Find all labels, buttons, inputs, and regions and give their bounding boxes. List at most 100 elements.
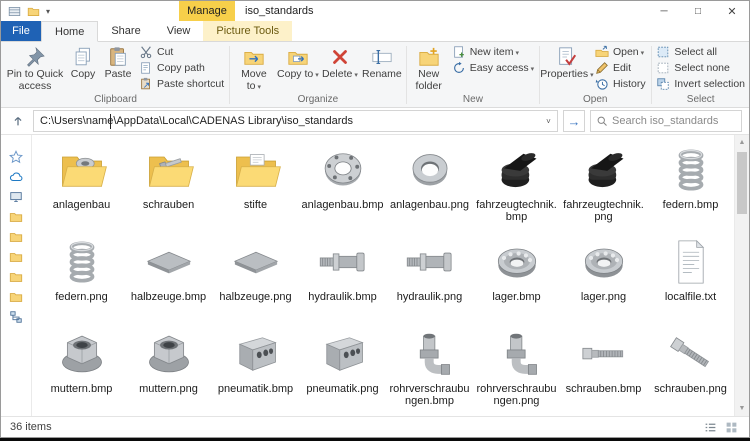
- qat-folder-icon[interactable]: [27, 5, 40, 18]
- edit-icon: [595, 61, 609, 75]
- cap-icon: [490, 142, 544, 198]
- cut-button[interactable]: Cut: [136, 44, 227, 60]
- dropdown-caret-icon: ▾: [515, 50, 519, 57]
- close-button[interactable]: ✕: [715, 1, 749, 21]
- bearing-icon: [577, 234, 631, 290]
- file-item[interactable]: lager.bmp: [473, 232, 560, 324]
- button-label: Cut: [157, 46, 174, 58]
- delete-icon: [329, 45, 351, 69]
- spring-icon: [664, 142, 718, 198]
- file-name: schrauben: [142, 199, 195, 211]
- new-item-button[interactable]: New item ▾: [449, 44, 537, 60]
- file-item[interactable]: muttern.png: [125, 324, 212, 416]
- file-item[interactable]: hydraulik.bmp: [299, 232, 386, 324]
- search-box[interactable]: Search iso_standards: [590, 110, 742, 132]
- sidebar-folder-icon[interactable]: [7, 289, 25, 304]
- select-all-icon: [656, 45, 670, 59]
- manage-tab[interactable]: Manage: [179, 1, 235, 21]
- sidebar-network-icon[interactable]: [7, 309, 25, 324]
- file-item[interactable]: halbzeuge.png: [212, 232, 299, 324]
- up-button[interactable]: [8, 111, 28, 131]
- file-name: lager.bmp: [492, 291, 541, 303]
- open-button[interactable]: Open ▾: [592, 44, 649, 60]
- open-icon: [595, 45, 609, 59]
- tab-picture-tools[interactable]: Picture Tools: [203, 21, 293, 41]
- minimize-button[interactable]: ─: [647, 1, 681, 21]
- file-item[interactable]: lager.png: [560, 232, 647, 324]
- file-item[interactable]: localfile.txt: [647, 232, 734, 324]
- file-item[interactable]: anlagenbau: [38, 140, 125, 232]
- invert-selection-icon: [656, 77, 670, 91]
- file-item[interactable]: muttern.bmp: [38, 324, 125, 416]
- bearing-icon: [490, 234, 544, 290]
- tab-file[interactable]: File: [1, 21, 41, 41]
- details-view-button[interactable]: [701, 419, 719, 435]
- scroll-thumb[interactable]: [737, 152, 747, 214]
- file-item[interactable]: anlagenbau.png: [386, 140, 473, 232]
- select-all-button[interactable]: Select all: [653, 44, 748, 60]
- address-bar-row: C:\Users\name\AppData\Local\CADENAS Libr…: [1, 108, 749, 135]
- rename-button[interactable]: Rename: [360, 43, 404, 81]
- qat-customize-icon[interactable]: ▾: [46, 7, 50, 16]
- tab-home[interactable]: Home: [41, 21, 99, 42]
- history-button[interactable]: History: [592, 76, 649, 92]
- file-item[interactable]: schrauben.png: [647, 324, 734, 416]
- sidebar-folder-icon[interactable]: [7, 249, 25, 264]
- thumbnails-view-button[interactable]: [722, 419, 740, 435]
- file-item[interactable]: federn.bmp: [647, 140, 734, 232]
- address-field[interactable]: C:\Users\name\AppData\Local\CADENAS Libr…: [33, 110, 558, 132]
- new-folder-button[interactable]: New folder: [409, 43, 449, 92]
- select-none-button[interactable]: Select none: [653, 60, 748, 76]
- main-area: anlagenbau schrauben stifte anlagenbau.bmp a…: [1, 135, 749, 416]
- file-item[interactable]: halbzeuge.bmp: [125, 232, 212, 324]
- textfile-icon: [664, 234, 718, 290]
- move-to-button[interactable]: Move to ▾: [232, 43, 276, 93]
- explorer-app-icon[interactable]: [8, 5, 21, 18]
- ribbon-group-organize: Move to ▾ Copy to ▾ Delete ▾ Rename Orga…: [231, 43, 405, 107]
- nut-icon: [142, 326, 196, 382]
- button-label: Pin to Quick access: [6, 68, 64, 92]
- file-item[interactable]: pneumatik.png: [299, 324, 386, 416]
- file-item[interactable]: rohrverschraubungen.bmp: [386, 324, 473, 416]
- file-name: hydraulik.bmp: [308, 291, 377, 303]
- file-item[interactable]: fahrzeugtechnik.bmp: [473, 140, 560, 232]
- edit-button[interactable]: Edit: [592, 60, 649, 76]
- sidebar-pc-icon[interactable]: [7, 189, 25, 204]
- sidebar-folder-icon[interactable]: [7, 229, 25, 244]
- easy-access-button[interactable]: Easy access ▾: [449, 60, 537, 76]
- sidebar-folder-icon[interactable]: [7, 209, 25, 224]
- file-item[interactable]: pneumatik.bmp: [212, 324, 299, 416]
- sidebar-star-icon[interactable]: [7, 149, 25, 164]
- scroll-up-icon[interactable]: ▲: [735, 135, 749, 150]
- paste-button[interactable]: Paste: [100, 43, 136, 81]
- paste-shortcut-button[interactable]: Paste shortcut: [136, 76, 227, 92]
- sidebar-cloud-icon[interactable]: [7, 169, 25, 184]
- file-item[interactable]: schrauben.bmp: [560, 324, 647, 416]
- file-item[interactable]: federn.png: [38, 232, 125, 324]
- file-item[interactable]: schrauben: [125, 140, 212, 232]
- scroll-track[interactable]: [735, 150, 749, 401]
- sidebar-folder-icon[interactable]: [7, 269, 25, 284]
- copy-path-button[interactable]: Copy path: [136, 60, 227, 76]
- pin-to-quick-access-button[interactable]: Pin to Quick access: [4, 43, 66, 92]
- file-item[interactable]: anlagenbau.bmp: [299, 140, 386, 232]
- vertical-scrollbar[interactable]: ▲ ▼: [734, 135, 749, 416]
- copy-to-button[interactable]: Copy to ▾: [276, 43, 320, 82]
- file-item[interactable]: fahrzeugtechnik.png: [560, 140, 647, 232]
- properties-button[interactable]: Properties ▾: [540, 43, 594, 82]
- go-button[interactable]: →: [563, 110, 585, 132]
- folder-paper-icon: [229, 142, 283, 198]
- file-item[interactable]: rohrverschraubungen.png: [473, 324, 560, 416]
- tab-view[interactable]: View: [154, 21, 204, 41]
- invert-selection-button[interactable]: Invert selection: [653, 76, 748, 92]
- group-label-organize: Organize: [297, 94, 339, 105]
- scroll-down-icon[interactable]: ▼: [735, 401, 749, 416]
- file-item[interactable]: hydraulik.png: [386, 232, 473, 324]
- file-item[interactable]: stifte: [212, 140, 299, 232]
- address-dropdown-icon[interactable]: ˅: [540, 117, 557, 126]
- tab-share[interactable]: Share: [98, 21, 153, 41]
- copy-button[interactable]: Copy: [66, 43, 100, 81]
- delete-button[interactable]: Delete ▾: [320, 43, 360, 82]
- maximize-button[interactable]: □: [681, 1, 715, 21]
- dropdown-caret-icon: ▾: [530, 66, 535, 73]
